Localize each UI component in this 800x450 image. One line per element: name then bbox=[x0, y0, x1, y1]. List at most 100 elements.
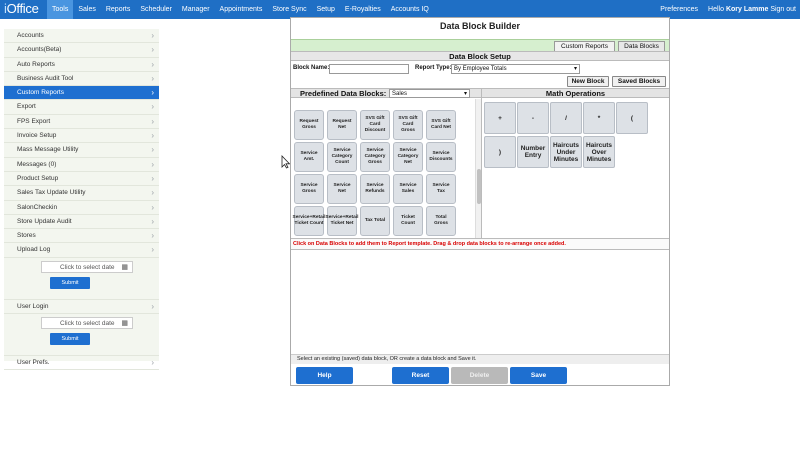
sidebar-item-mass-message-utility[interactable]: Mass Message Utility › bbox=[4, 143, 159, 158]
data-block-svs-gift-card-gross[interactable]: SVS Gift Card Gross bbox=[393, 110, 423, 140]
data-block-ticket-count[interactable]: Ticket Count bbox=[393, 206, 423, 236]
data-block-service-discounts[interactable]: Service Discounts bbox=[426, 142, 456, 172]
sidebar-item-saloncheckin[interactable]: SalonCheckin › bbox=[4, 201, 159, 215]
data-block-service-retail-ticket-count[interactable]: Service+Retail Ticket Count bbox=[293, 206, 325, 236]
sidebar-item-export[interactable]: Export › bbox=[4, 100, 159, 115]
sidebar-item-business-audit-tool[interactable]: Business Audit Tool › bbox=[4, 72, 159, 87]
data-block-svs-gift-card-discount[interactable]: SVS Gift Card Discount bbox=[360, 110, 390, 140]
report-type-select[interactable]: By Employee Totals ▾ bbox=[451, 64, 580, 74]
block-name-input[interactable] bbox=[329, 64, 409, 74]
reset-button[interactable]: Reset bbox=[392, 367, 449, 384]
sidebar-item-label: Product Setup bbox=[17, 174, 59, 182]
data-block-service-refunds[interactable]: Service Refunds bbox=[360, 174, 390, 204]
predefined-header: Predefined Data Blocks: Sales ▾ bbox=[291, 88, 481, 98]
app-logo[interactable]: iOffice bbox=[4, 1, 39, 16]
submit-button[interactable]: Submit bbox=[50, 333, 90, 346]
sidebar-item-user-login[interactable]: User Login › bbox=[4, 300, 159, 315]
divider bbox=[481, 88, 482, 238]
data-block-service-net[interactable]: Service Net bbox=[327, 174, 357, 204]
sidebar-item-upload-log[interactable]: Upload Log › bbox=[4, 243, 159, 258]
nav-item-sales[interactable]: Sales bbox=[73, 0, 101, 19]
math-op-button[interactable]: + bbox=[484, 102, 516, 134]
sidebar-item-sales-tax-update-utility[interactable]: Sales Tax Update Utility › bbox=[4, 186, 159, 201]
help-button[interactable]: Help bbox=[296, 367, 353, 384]
sidebar-item-label: SalonCheckin bbox=[17, 203, 58, 211]
data-block-service-category-gross[interactable]: Service Category Gross bbox=[360, 142, 390, 172]
math-op-button[interactable]: * bbox=[583, 102, 615, 134]
chevron-right-icon: › bbox=[151, 188, 154, 198]
report-type-value: By Employee Totals bbox=[454, 66, 507, 72]
date-input[interactable]: Click to select date ▦ bbox=[41, 317, 133, 330]
saved-blocks-button[interactable]: Saved Blocks bbox=[612, 76, 666, 87]
sidebar-item-product-setup[interactable]: Product Setup › bbox=[4, 172, 159, 187]
sidebar-item-custom-reports[interactable]: Custom Reports › bbox=[4, 86, 159, 101]
data-block-svs-gift-card-net[interactable]: SVS Gift Card Net bbox=[426, 110, 456, 140]
sidebar-item-label: Auto Reports bbox=[17, 60, 55, 68]
math-header: Math Operations bbox=[482, 88, 669, 98]
math-op-button[interactable]: / bbox=[550, 102, 582, 134]
submit-button[interactable]: Submit bbox=[50, 276, 90, 289]
sidebar-item-invoice-setup[interactable]: Invoice Setup › bbox=[4, 129, 159, 144]
data-block-service-sales[interactable]: Service Sales bbox=[393, 174, 423, 204]
nav-item-reports[interactable]: Reports bbox=[101, 0, 136, 19]
nav-item-tools[interactable]: Tools bbox=[47, 0, 74, 19]
signout-link[interactable]: Sign out bbox=[770, 6, 796, 13]
math-op-button[interactable]: Haircuts Over Minutes bbox=[583, 136, 615, 168]
math-label: Math Operations bbox=[545, 89, 606, 98]
calendar-icon: ▦ bbox=[121, 263, 128, 271]
predefined-blocks-grid: Request Gross Request Net SVS Gift Card Di… bbox=[291, 98, 479, 238]
data-block-request-net[interactable]: Request Net bbox=[327, 110, 357, 140]
sidebar-item-label: Messages (0) bbox=[17, 160, 57, 168]
data-block-service-tax[interactable]: Service Tax bbox=[426, 174, 456, 204]
data-block-builder: Data Block Builder Custom Reports Data B… bbox=[290, 17, 670, 386]
save-button[interactable]: Save bbox=[510, 367, 567, 384]
chevron-right-icon: › bbox=[151, 88, 154, 98]
chevron-right-icon: › bbox=[151, 131, 154, 141]
sidebar-item-accounts-beta[interactable]: Accounts(Beta) › bbox=[4, 43, 159, 58]
data-block-total-gross[interactable]: Total Gross bbox=[426, 206, 456, 236]
report-type-label: Report Type: bbox=[415, 65, 452, 71]
chevron-down-icon: ▾ bbox=[573, 66, 577, 72]
math-op-button[interactable]: Haircuts Under Minutes bbox=[550, 136, 582, 168]
sidebar-item-label: Sales Tax Update Utility bbox=[17, 189, 86, 197]
sidebar-item-accounts[interactable]: Accounts › bbox=[4, 29, 159, 44]
sidebar-item-label: Invoice Setup bbox=[17, 132, 57, 140]
new-block-button[interactable]: New Block bbox=[567, 76, 609, 87]
math-op-button[interactable]: ) bbox=[484, 136, 516, 168]
date-input[interactable]: Click to select date ▦ bbox=[41, 260, 133, 273]
sidebar-item-label: User Prefs. bbox=[17, 359, 50, 367]
delete-button[interactable]: Delete bbox=[451, 367, 508, 384]
nav-item-scheduler[interactable]: Scheduler bbox=[135, 0, 177, 19]
date-placeholder: Click to select date bbox=[60, 320, 115, 328]
builder-tabs: Custom Reports Data Blocks bbox=[291, 39, 669, 52]
chevron-right-icon: › bbox=[151, 202, 154, 212]
sidebar-item-stores[interactable]: Stores › bbox=[4, 229, 159, 244]
sidebar-item-auto-reports[interactable]: Auto Reports › bbox=[4, 58, 159, 72]
data-block-request-gross[interactable]: Request Gross bbox=[294, 110, 324, 140]
data-block-service-gross[interactable]: Service Gross bbox=[294, 174, 324, 204]
sidebar-item-fps-export[interactable]: FPS Export › bbox=[4, 115, 159, 130]
predefined-select-value: Sales bbox=[392, 91, 408, 97]
sidebar-item-label: Upload Log bbox=[17, 246, 51, 254]
sidebar-item-label: Stores bbox=[17, 232, 36, 240]
sidebar-item-label: FPS Export bbox=[17, 117, 51, 125]
data-block-service-category-net[interactable]: Service Category Net bbox=[393, 142, 423, 172]
math-op-button[interactable]: Number Entry bbox=[517, 136, 549, 168]
chevron-right-icon: › bbox=[151, 73, 154, 83]
predefined-select[interactable]: Sales ▾ bbox=[389, 89, 470, 98]
report-template-area[interactable] bbox=[291, 251, 669, 354]
sidebar-item-messages-0[interactable]: Messages (0) › bbox=[4, 158, 159, 172]
nav-item-manager[interactable]: Manager bbox=[177, 0, 215, 19]
nav-item-appointments[interactable]: Appointments bbox=[215, 0, 268, 19]
instruction-text: Click on Data Blocks to add them to Repo… bbox=[291, 238, 669, 250]
data-block-service-retail-ticket-net[interactable]: Service+Retail Ticket Net bbox=[326, 206, 358, 236]
sidebar-item-user-prefs[interactable]: User Prefs. › bbox=[4, 356, 159, 371]
math-op-button[interactable]: - bbox=[517, 102, 549, 134]
data-block-tax-total[interactable]: Tax Total bbox=[360, 206, 390, 236]
data-block-service-amt[interactable]: Service Amt. bbox=[294, 142, 324, 172]
sidebar-item-store-update-audit[interactable]: Store Update Audit › bbox=[4, 215, 159, 230]
chevron-right-icon: › bbox=[151, 358, 154, 368]
sidebar-item-label: Business Audit Tool bbox=[17, 74, 74, 82]
math-op-button[interactable]: ( bbox=[616, 102, 648, 134]
data-block-service-category-count[interactable]: Service Category Count bbox=[327, 142, 357, 172]
